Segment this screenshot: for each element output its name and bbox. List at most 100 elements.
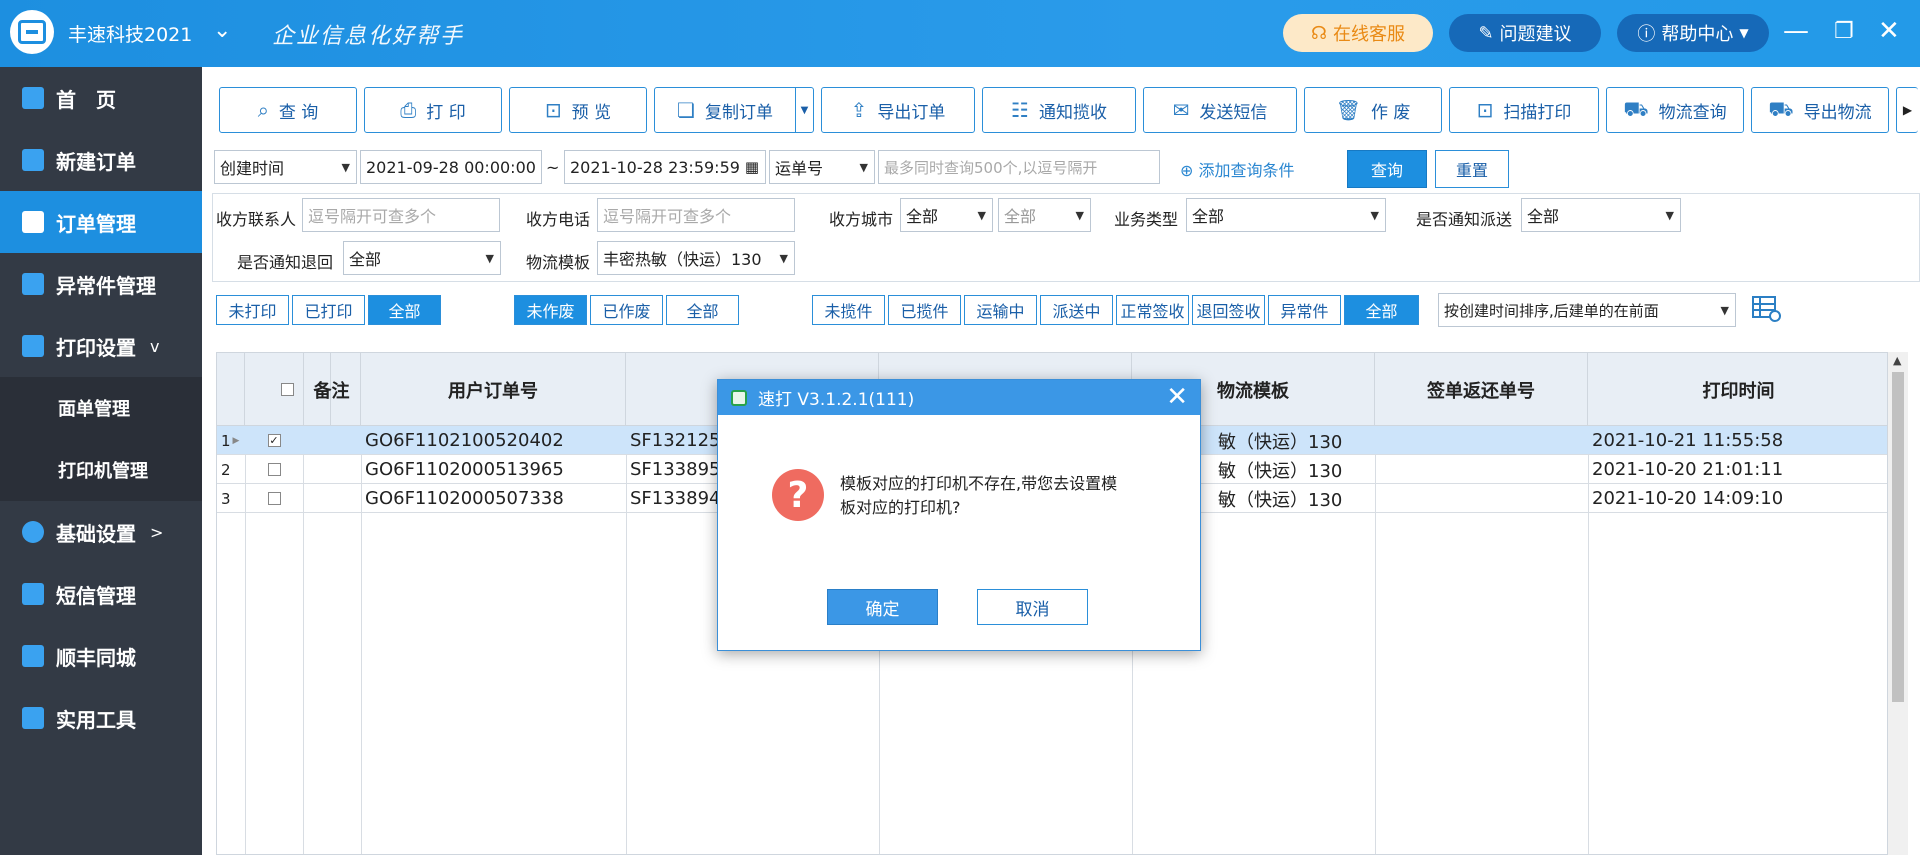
mail-icon: ✉: [1172, 98, 1190, 122]
chip-not-picked[interactable]: 未揽件: [812, 295, 885, 325]
ok-button[interactable]: 确定: [827, 589, 938, 625]
receiver-contact-label: 收方联系人: [216, 210, 297, 229]
chip-printed[interactable]: 已打印: [292, 295, 365, 325]
biz-type-select[interactable]: 全部: [1186, 198, 1386, 232]
nav-waybill-management[interactable]: 面单管理: [0, 377, 202, 439]
truck-icon: ⛟: [1768, 96, 1794, 121]
chevron-down-icon[interactable]: ⌄: [213, 18, 231, 43]
chip-delivering[interactable]: 派送中: [1040, 295, 1113, 325]
nav-printer-management[interactable]: 打印机管理: [0, 439, 202, 501]
toolbar-more-button[interactable]: ▶: [1896, 87, 1918, 133]
chip-not-void[interactable]: 未作废: [514, 295, 587, 325]
sort-select[interactable]: 按创建时间排序,后建单的在前面: [1438, 293, 1736, 327]
header-return-no[interactable]: 签单返还单号: [1375, 353, 1588, 426]
app-small-icon: [731, 390, 747, 406]
scan-icon: ⊡: [1476, 98, 1494, 122]
receiver-contact-input[interactable]: 逗号隔开可查多个: [302, 198, 500, 232]
print-time-cell: 2021-10-21 11:55:58: [1592, 430, 1784, 451]
print-time-cell: 2021-10-20 21:01:11: [1592, 459, 1784, 480]
copy-order-dropdown[interactable]: ▼: [795, 88, 813, 132]
nav-new-order[interactable]: 新建订单: [0, 129, 202, 191]
scrollbar-thumb[interactable]: [1892, 372, 1904, 702]
header-user-order[interactable]: 用户订单号: [361, 353, 626, 426]
nav-order-management[interactable]: 订单管理: [0, 191, 202, 253]
void-button[interactable]: 🗑 作 废: [1304, 87, 1442, 133]
scan-print-button[interactable]: ⊡ 扫描打印: [1449, 87, 1599, 133]
help-center-button[interactable]: ⓘ 帮助中心 ▼: [1617, 14, 1769, 52]
waybill-number-input[interactable]: 最多同时查询500个,以逗号隔开: [878, 150, 1160, 184]
notify-icon: ☷: [1011, 98, 1029, 122]
chip-picked[interactable]: 已揽件: [888, 295, 961, 325]
send-sms-button[interactable]: ✉ 发送短信: [1143, 87, 1297, 133]
row-checkbox[interactable]: [267, 463, 281, 476]
notify-pickup-button[interactable]: ☷ 通知揽收: [982, 87, 1136, 133]
biz-type-label: 业务类型: [1114, 210, 1179, 229]
template-select[interactable]: 丰密热敏（快运）130: [597, 241, 795, 275]
truck-icon: [22, 645, 44, 667]
scroll-up-icon[interactable]: ▲: [1893, 354, 1901, 367]
minimize-icon[interactable]: —: [1783, 16, 1809, 46]
select-all-checkbox[interactable]: [281, 383, 294, 396]
close-icon[interactable]: ✕: [1878, 16, 1900, 46]
close-icon[interactable]: ✕: [1166, 382, 1188, 412]
receiver-phone-input[interactable]: 逗号隔开可查多个: [597, 198, 795, 232]
home-icon: [22, 87, 44, 109]
print-button[interactable]: ⎙ 打 印: [364, 87, 502, 133]
query-button[interactable]: ⌕ 查 询: [219, 87, 357, 133]
row-checkbox[interactable]: [267, 492, 281, 505]
nav-print-settings[interactable]: 打印设置 v: [0, 315, 202, 377]
chip-abnormal[interactable]: 异常件: [1268, 295, 1341, 325]
trash-icon: 🗑: [1335, 98, 1361, 122]
restore-icon[interactable]: ❐: [1834, 19, 1854, 44]
nav-basic-settings[interactable]: 基础设置 >: [0, 501, 202, 563]
chip-signed[interactable]: 正常签收: [1116, 295, 1189, 325]
notify-delivery-select[interactable]: 全部: [1521, 198, 1681, 232]
chip-status-all[interactable]: 全部: [1344, 295, 1419, 325]
preview-button[interactable]: ⊡ 预 览: [509, 87, 647, 133]
receiver-province-select[interactable]: 全部: [900, 198, 993, 232]
row-checkbox-cell[interactable]: [245, 484, 303, 513]
chip-print-all[interactable]: 全部: [368, 295, 441, 325]
number-field-select[interactable]: 运单号: [769, 150, 875, 184]
row-checkbox-cell[interactable]: [245, 455, 303, 484]
date-from-input[interactable]: 2021-09-28 00:00:00: [360, 150, 542, 184]
phone-icon: [22, 583, 44, 605]
header-remark[interactable]: 备注: [303, 353, 361, 426]
search-query-button[interactable]: 查询: [1347, 150, 1427, 188]
toolbar: ⌕ 查 询 ⎙ 打 印 ⊡ 预 览 ❏ 复制订单 ▼ ⇪ 导出订单 ☷ 通知揽收 ✉ 发送短信 …: [202, 67, 1920, 147]
notify-return-select[interactable]: 全部: [343, 241, 501, 275]
export-logistics-button[interactable]: ⛟ 导出物流: [1751, 87, 1889, 133]
app-name[interactable]: 丰速科技2021: [68, 20, 192, 47]
header-print-time[interactable]: 打印时间: [1588, 353, 1887, 426]
nav-home[interactable]: 首 页: [0, 67, 202, 129]
template-label: 物流模板: [526, 253, 591, 272]
receiver-city-select[interactable]: 全部: [998, 198, 1091, 232]
row-checkbox-cell[interactable]: ✓: [245, 426, 303, 455]
chip-voided[interactable]: 已作废: [590, 295, 663, 325]
logistics-query-button[interactable]: ⛟ 物流查询: [1606, 87, 1744, 133]
nav-sf-same-city[interactable]: 顺丰同城: [0, 625, 202, 687]
nav-tools[interactable]: 实用工具: [0, 687, 202, 749]
column-settings-icon[interactable]: [1752, 295, 1782, 323]
date-to-input[interactable]: 2021-10-28 23:59:59 ▦: [564, 150, 766, 184]
nav-exception-management[interactable]: 异常件管理: [0, 253, 202, 315]
add-condition-link[interactable]: ⊕ 添加查询条件: [1180, 157, 1295, 181]
chip-unprinted[interactable]: 未打印: [216, 295, 289, 325]
calendar-icon[interactable]: ▦: [745, 158, 759, 176]
table-scrollbar[interactable]: ▲: [1888, 352, 1908, 855]
suggestion-button[interactable]: ✎ 问题建议: [1449, 14, 1601, 52]
date-field-select[interactable]: 创建时间: [214, 150, 357, 184]
export-order-button[interactable]: ⇪ 导出订单: [821, 87, 975, 133]
preview-icon: ⊡: [544, 98, 562, 122]
online-service-button[interactable]: ☊ 在线客服: [1283, 14, 1433, 52]
reset-button[interactable]: 重置: [1435, 150, 1509, 188]
app-slogan: 企业信息化好帮手: [272, 24, 465, 49]
copy-order-button[interactable]: ❏ 复制订单 ▼: [654, 87, 814, 133]
row-checkbox[interactable]: ✓: [267, 434, 281, 447]
receiver-phone-label: 收方电话: [526, 210, 591, 229]
cancel-button[interactable]: 取消: [977, 589, 1088, 625]
chip-in-transit[interactable]: 运输中: [964, 295, 1037, 325]
chip-return-signed[interactable]: 退回签收: [1192, 295, 1265, 325]
nav-sms-management[interactable]: 短信管理: [0, 563, 202, 625]
chip-void-all[interactable]: 全部: [666, 295, 739, 325]
